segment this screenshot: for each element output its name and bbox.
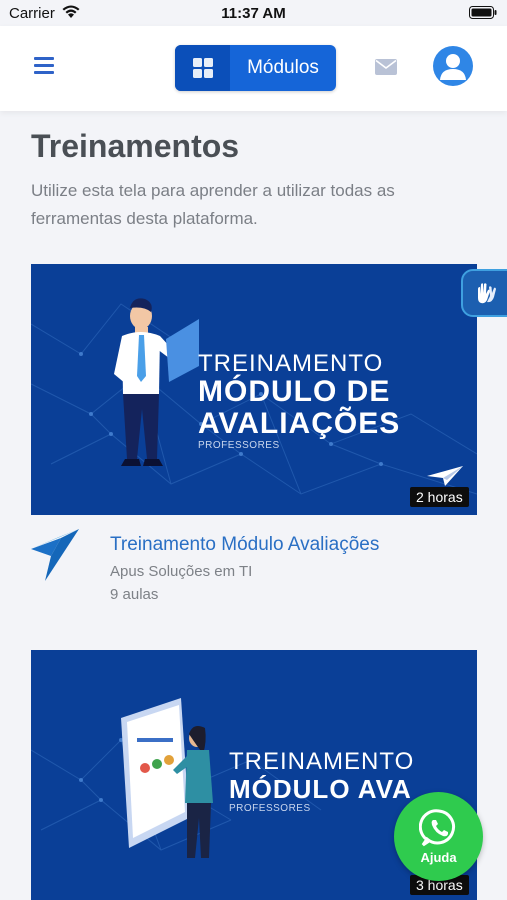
grid-icon <box>175 45 230 91</box>
modules-button[interactable]: Módulos <box>175 45 336 91</box>
banner-title-line2: MÓDULO AVA <box>229 774 412 804</box>
duration-badge: 2 horas <box>410 487 469 507</box>
tablet-illustration <box>121 698 213 858</box>
sign-language-hands-icon <box>478 283 496 304</box>
battery-icon <box>469 6 497 24</box>
user-avatar[interactable] <box>433 46 473 86</box>
whatsapp-help-button[interactable]: Ajuda <box>394 792 483 881</box>
banner-subtitle: PROFESSORES <box>229 803 311 814</box>
page-description: Utilize esta tela para aprender a utiliz… <box>31 181 395 228</box>
whatsapp-icon <box>418 809 455 847</box>
envelope-icon[interactable] <box>375 59 397 80</box>
course-title-link[interactable]: Treinamento Módulo Avaliações <box>110 534 379 556</box>
clock: 11:37 AM <box>221 5 286 22</box>
course-banner[interactable]: TREINAMENTO MÓDULO DE AVALIAÇÕES PROFESS… <box>31 264 477 515</box>
course-lesson-count: 9 aulas <box>110 586 159 603</box>
top-navigation-bar: Módulos <box>0 26 507 111</box>
status-bar: Carrier 11:37 AM <box>0 0 507 26</box>
page-title: Treinamentos <box>31 128 240 164</box>
banner-title-line1: TREINAMENTO <box>229 748 415 775</box>
user-icon <box>440 54 466 80</box>
businessman-illustration <box>114 298 199 466</box>
banner-title-line3: AVALIAÇÕES <box>198 407 401 440</box>
banner-subtitle: PROFESSORES <box>198 440 280 451</box>
help-label: Ajuda <box>420 850 457 865</box>
modules-label: Módulos <box>247 57 319 78</box>
banner-title-line1: TREINAMENTO <box>198 350 384 377</box>
course-author: Apus Soluções em TI <box>110 563 253 580</box>
banner-title-line2: MÓDULO DE <box>198 375 391 408</box>
paper-plane-logo[interactable] <box>31 529 81 581</box>
hamburger-icon[interactable] <box>34 57 54 75</box>
accessibility-button[interactable] <box>461 269 507 317</box>
paper-plane-logo <box>427 466 463 486</box>
